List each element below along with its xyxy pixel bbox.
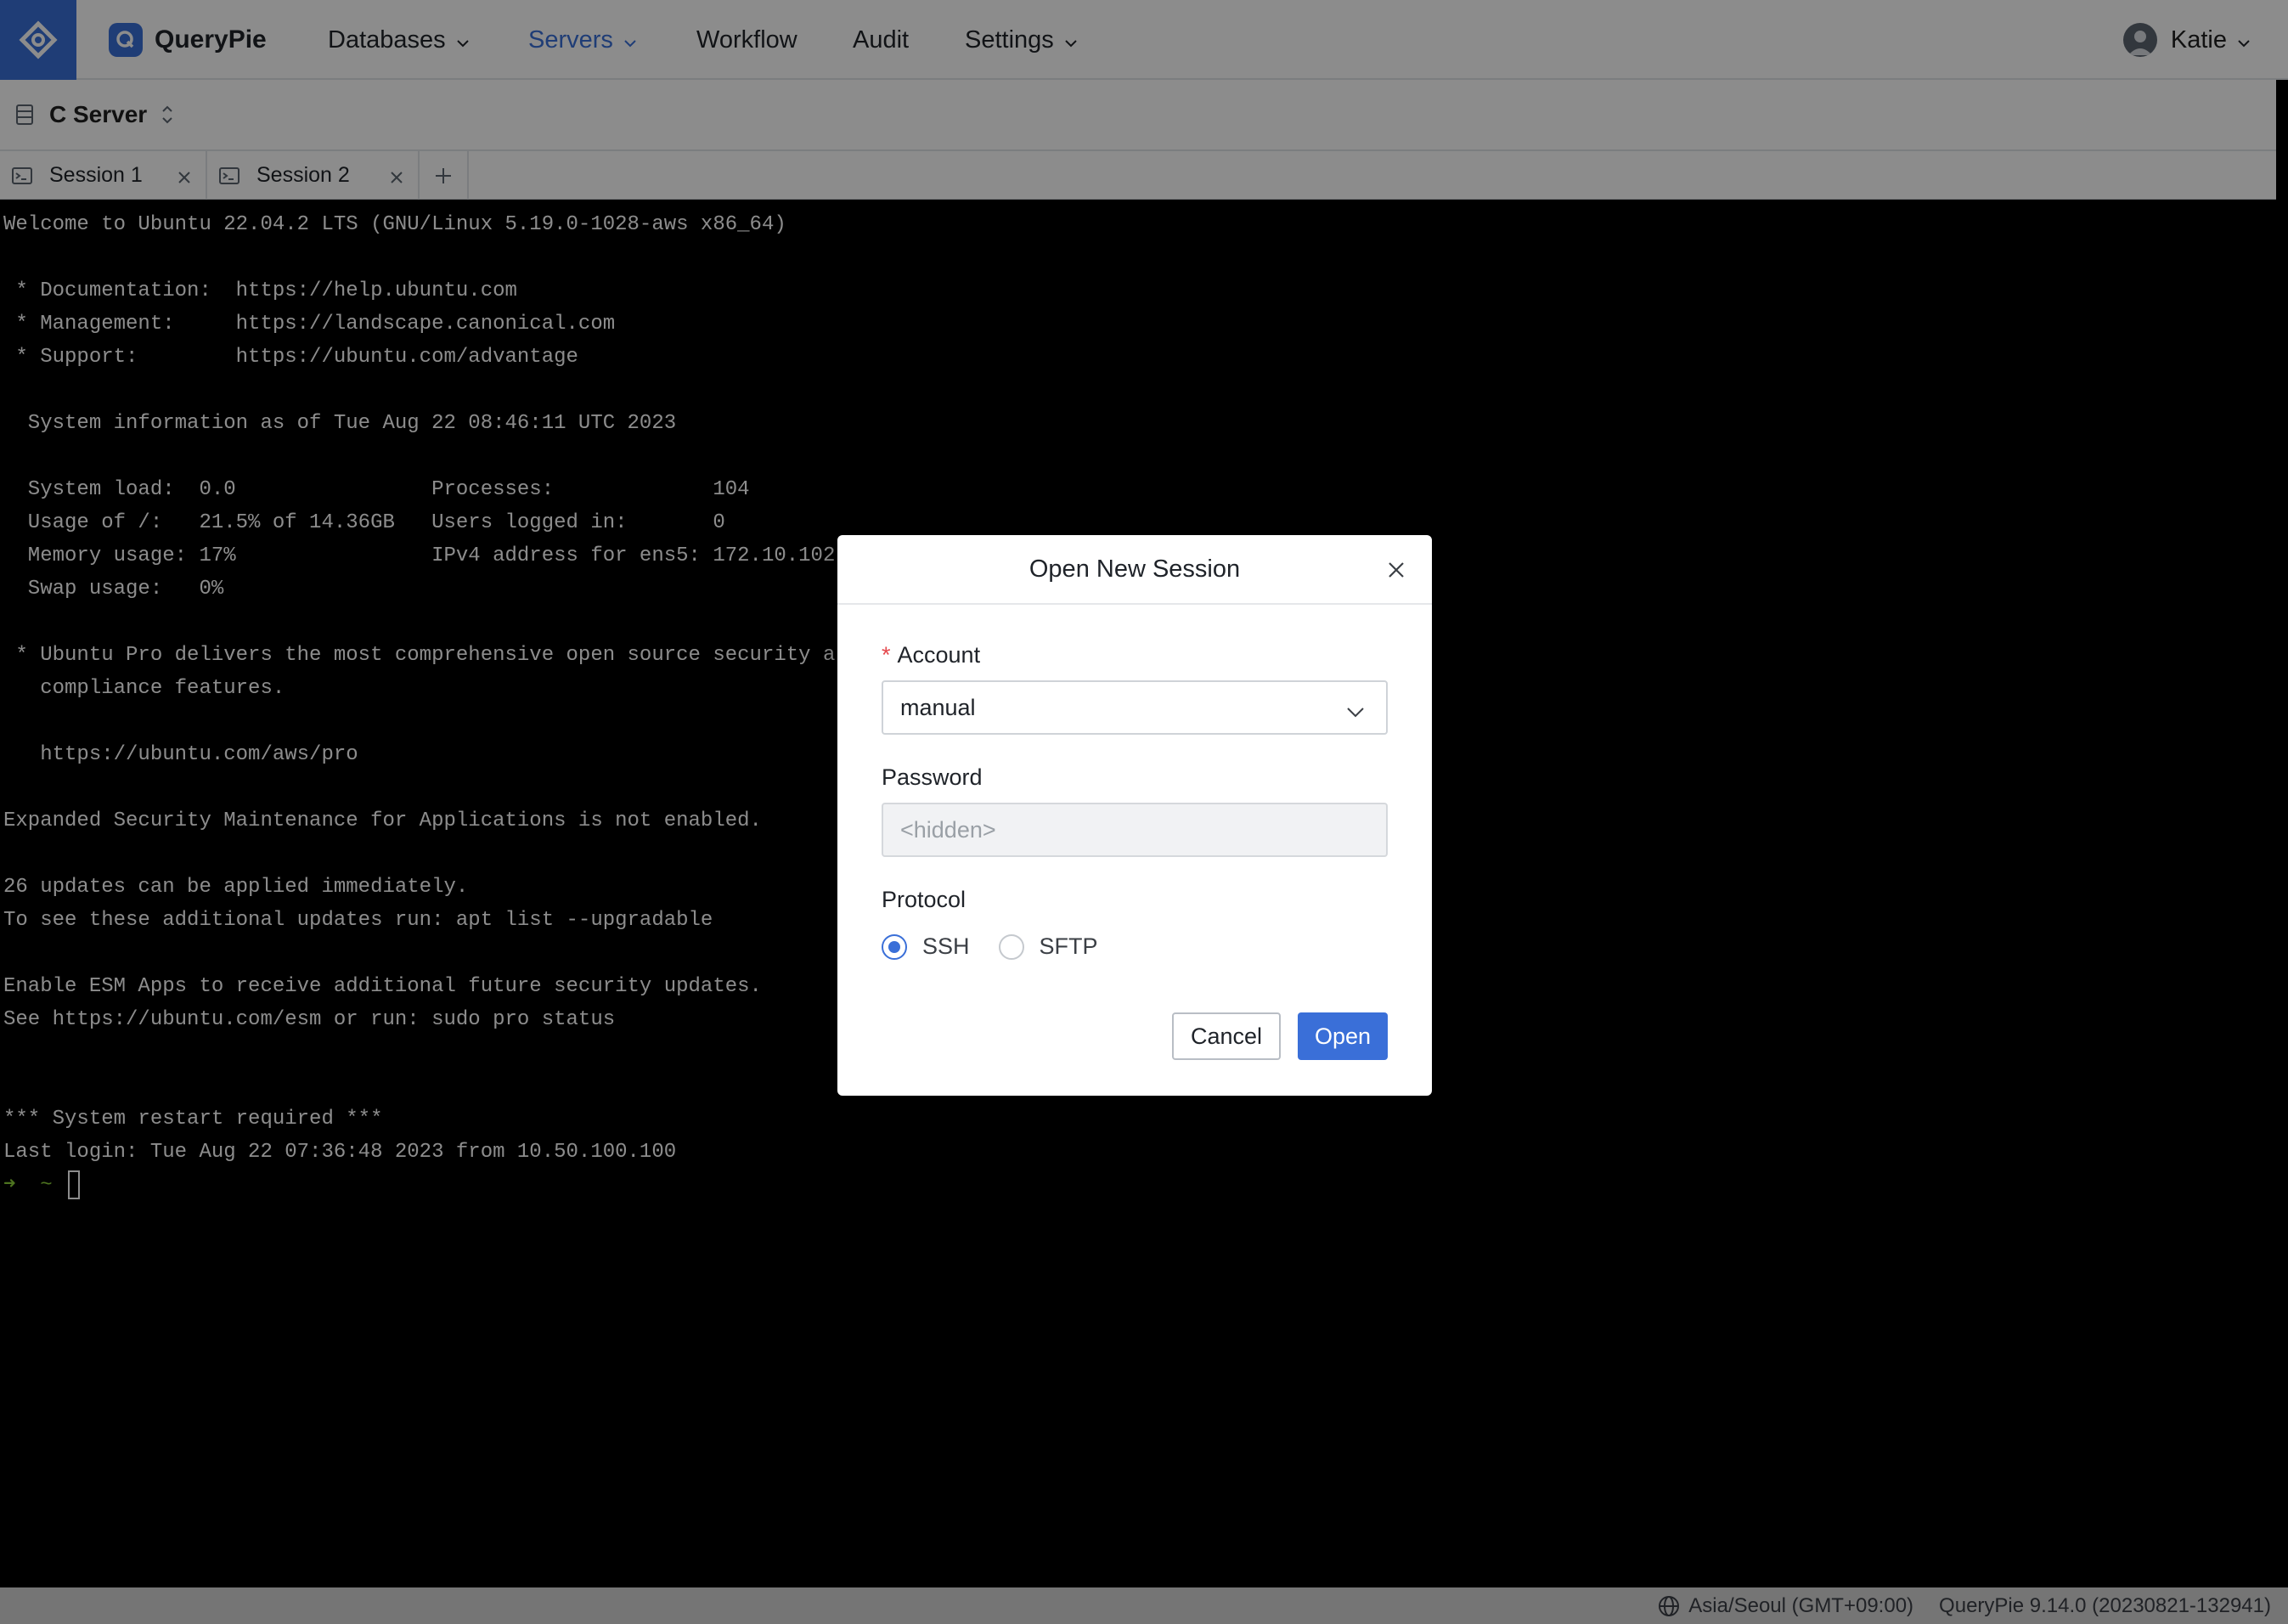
required-mark: * (882, 642, 891, 668)
account-label: * Account (882, 642, 980, 668)
open-button[interactable]: Open (1298, 1012, 1388, 1060)
radio-ssh[interactable] (882, 933, 907, 960)
cancel-button[interactable]: Cancel (1172, 1012, 1281, 1060)
radio-sftp-label[interactable]: SFTP (1040, 933, 1098, 960)
password-label: Password (882, 764, 983, 790)
close-icon[interactable] (1386, 559, 1406, 587)
password-field[interactable] (882, 803, 1388, 857)
account-label-text: Account (897, 642, 981, 668)
chevron-down-icon (1345, 699, 1366, 725)
open-new-session-dialog: Open New Session * Account manual Passwor… (837, 535, 1432, 1096)
account-select-value: manual (900, 694, 976, 720)
radio-ssh-label[interactable]: SSH (922, 933, 970, 960)
account-select[interactable]: manual (882, 680, 1388, 735)
dialog-header: Open New Session (837, 535, 1432, 605)
radio-sftp[interactable] (998, 933, 1024, 960)
protocol-label: Protocol (882, 887, 966, 912)
protocol-radio-group: SSH SFTP (882, 933, 1127, 960)
dialog-title: Open New Session (1028, 555, 1241, 583)
